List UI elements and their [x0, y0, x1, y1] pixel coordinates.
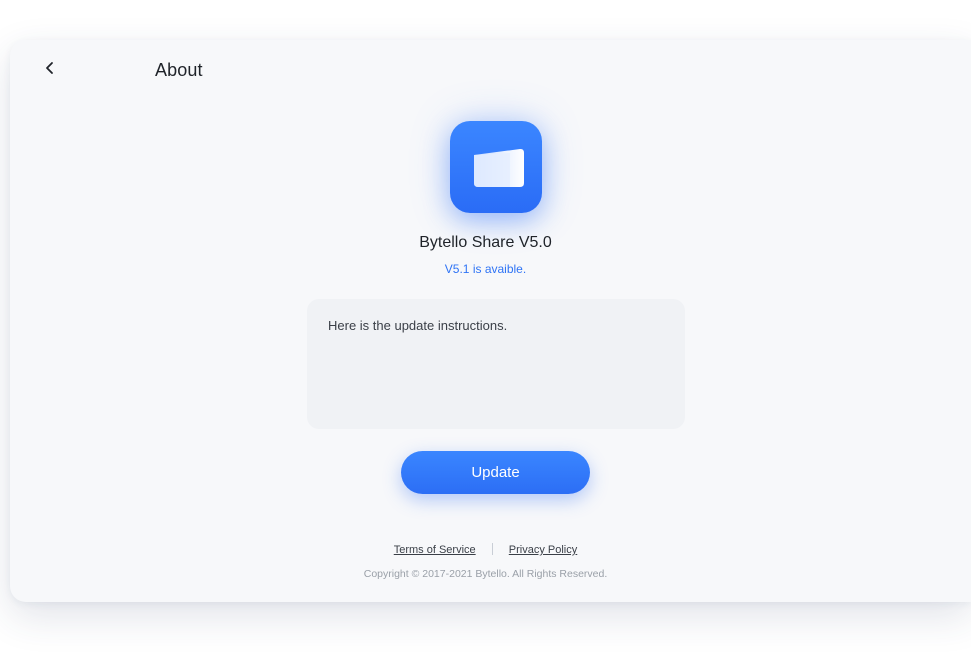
chevron-left-icon: [43, 61, 57, 80]
footer-links: Terms of Service Privacy Policy: [0, 543, 971, 556]
terms-of-service-link[interactable]: Terms of Service: [394, 544, 476, 556]
page-title: About: [155, 60, 203, 80]
back-button[interactable]: [38, 58, 62, 82]
app-name: Bytello Share V5.0: [419, 234, 552, 251]
copyright-text: Copyright © 2017-2021 Bytello. All Right…: [363, 568, 608, 580]
screen-share-app-icon: [450, 121, 542, 213]
link-divider: [491, 543, 493, 555]
about-window: About Bytello Share V5.0 V5.1 is avaible…: [10, 40, 971, 602]
update-button[interactable]: Update: [401, 451, 590, 494]
update-available-text: V5.1 is avaible.: [444, 262, 527, 276]
update-notes-box: Here is the update instructions.: [307, 299, 685, 429]
update-notes-text: Here is the update instructions.: [328, 318, 508, 333]
privacy-policy-link[interactable]: Privacy Policy: [509, 544, 577, 556]
